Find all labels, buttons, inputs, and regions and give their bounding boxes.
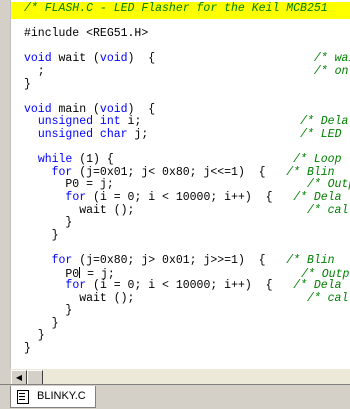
code-keyword: for: [65, 279, 87, 293]
code-text: }: [24, 77, 31, 91]
code-line[interactable]: /* FLASH.C - LED Flasher for the Keil MC…: [24, 2, 350, 16]
code-line[interactable]: for (j=0x80; j> 0x01; j>>=1) { /* Blin: [24, 253, 350, 268]
code-keyword: for: [65, 190, 87, 204]
code-comment: /* Blin: [286, 165, 335, 179]
code-line[interactable]: }: [24, 316, 350, 331]
code-line[interactable]: ; /* only: [24, 64, 350, 79]
code-comment: /* Loop: [293, 153, 342, 167]
code-comment: /* FLASH.C - LED Flasher for the Keil MC…: [24, 2, 328, 15]
code-text: }: [24, 228, 59, 242]
code-text: ) {: [127, 52, 314, 66]
code-text: ;: [24, 64, 314, 78]
code-comment: /* only: [313, 64, 350, 78]
code-comment: /* LED: [300, 127, 342, 141]
code-area[interactable]: /* FLASH.C - LED Flasher for the Keil MC…: [11, 0, 350, 368]
code-text: wait ();: [24, 291, 307, 305]
code-line[interactable]: wait (); /* call: [24, 291, 350, 306]
file-tab-bar: BLINKY.C: [0, 384, 350, 409]
code-text: }: [24, 216, 73, 230]
code-text: (1) {: [72, 153, 294, 167]
code-comment: /* wait: [313, 52, 350, 66]
code-text: ) {: [127, 102, 156, 116]
code-line[interactable]: }: [24, 330, 350, 343]
code-text: (j=0x01; j< 0x80; j<<=1) {: [72, 165, 287, 179]
code-text: #include <REG51.H>: [24, 27, 149, 41]
code-keyword: unsigned int: [37, 115, 121, 129]
document-icon: [17, 390, 29, 404]
file-tab[interactable]: BLINKY.C: [10, 386, 96, 408]
code-text: }: [24, 316, 59, 330]
code-text: wait (: [51, 52, 100, 66]
code-keyword: for: [51, 253, 73, 267]
code-line[interactable]: }: [24, 228, 350, 243]
code-keyword: void: [24, 102, 52, 116]
code-line[interactable]: }: [24, 77, 350, 92]
file-tab-label: BLINKY.C: [37, 390, 86, 402]
code-keyword: void: [99, 102, 128, 116]
code-lines[interactable]: /* FLASH.C - LED Flasher for the Keil MC…: [24, 2, 350, 356]
code-line[interactable]: }: [24, 342, 350, 356]
code-line[interactable]: unsigned char j; /* LED: [24, 127, 350, 142]
code-comment: /* call: [306, 203, 350, 217]
code-line[interactable]: #include <REG51.H>: [24, 27, 350, 41]
code-text: wait ();: [24, 203, 307, 217]
code-comment: /* Blin: [286, 253, 335, 267]
code-text: P0 = j;: [24, 178, 307, 192]
code-line[interactable]: }: [24, 304, 350, 318]
code-keyword: void: [24, 52, 52, 66]
code-keyword: unsigned char: [37, 127, 128, 141]
code-text: (i = 0; i < 10000; i++) {: [86, 190, 294, 204]
code-line[interactable]: wait (); /* call: [24, 203, 350, 218]
code-text: main (: [51, 102, 100, 116]
code-keyword: for: [51, 165, 73, 179]
code-line[interactable]: }: [24, 216, 350, 230]
code-text: i;: [120, 115, 301, 129]
code-keyword: while: [37, 153, 73, 167]
code-comment: /* call: [306, 291, 350, 305]
code-text: }: [24, 329, 45, 343]
code-keyword: void: [99, 52, 128, 66]
code-text: }: [24, 342, 31, 356]
code-text: j;: [127, 127, 301, 141]
code-comment: /* Dela: [293, 279, 342, 293]
code-text: }: [24, 304, 73, 318]
code-comment: /* Dela: [293, 190, 342, 204]
editor-gutter[interactable]: [0, 0, 11, 368]
horizontal-scrollbar[interactable]: ◀: [11, 368, 350, 386]
code-text: (i = 0; i < 10000; i++) {: [86, 279, 294, 293]
editor-window: /* FLASH.C - LED Flasher for the Keil MC…: [0, 0, 350, 386]
code-text: (j=0x80; j> 0x01; j>>=1) {: [72, 253, 287, 267]
code-comment: /* Dela: [300, 115, 349, 129]
code-comment: /* Outp: [306, 178, 350, 192]
